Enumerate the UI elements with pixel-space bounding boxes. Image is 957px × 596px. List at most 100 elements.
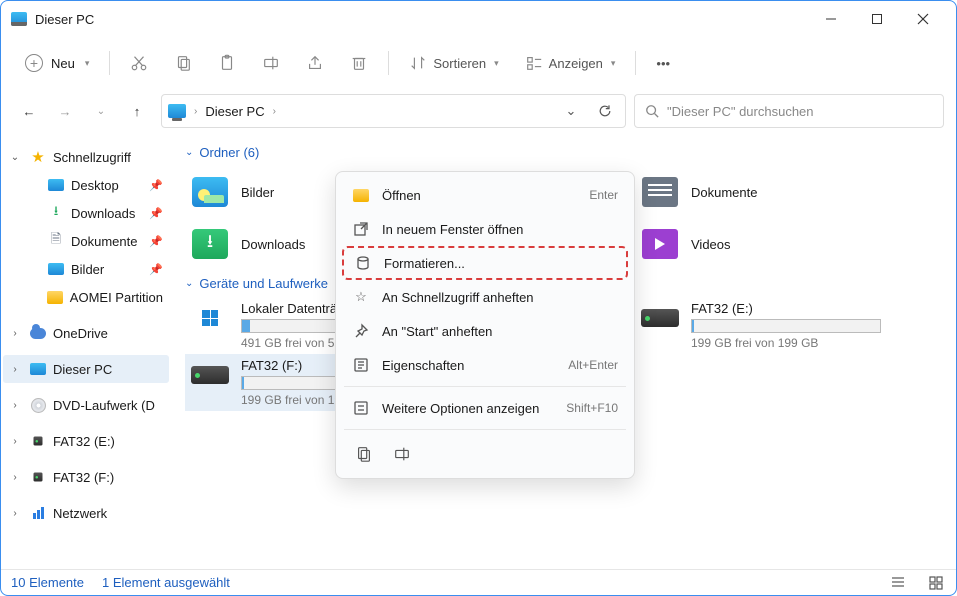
downloads-icon: ⭳ <box>189 226 231 262</box>
forward-button[interactable]: → <box>49 95 81 127</box>
search-box[interactable]: "Dieser PC" durchsuchen <box>634 94 944 128</box>
pin-icon: 📌 <box>149 207 163 220</box>
sort-button[interactable]: Sortieren ▾ <box>397 45 510 81</box>
folder-videos[interactable]: Videos <box>635 218 885 270</box>
sidebar-item-dvd[interactable]: › DVD-Laufwerk (D <box>3 391 169 419</box>
ctx-label: An "Start" anheften <box>382 324 492 339</box>
pc-icon <box>29 361 47 377</box>
status-bar: 10 Elemente 1 Element ausgewählt <box>1 569 956 595</box>
drive-icon <box>29 433 47 449</box>
view-button[interactable]: Anzeigen ▾ <box>513 45 628 81</box>
sidebar-item-documents[interactable]: 🗎Dokumente📌 <box>21 227 169 255</box>
cloud-icon <box>29 325 47 341</box>
sidebar-item-thispc[interactable]: › Dieser PC <box>3 355 169 383</box>
drive-fat32e[interactable]: FAT32 (E:) 199 GB frei von 199 GB <box>635 297 885 354</box>
sidebar-item-pictures[interactable]: Bilder📌 <box>21 255 169 283</box>
share-button[interactable] <box>294 45 336 81</box>
external-icon <box>352 220 370 238</box>
network-icon <box>29 505 47 521</box>
drive-icon <box>189 358 231 392</box>
chevron-right-icon: › <box>271 106 278 117</box>
ctx-pin-quick[interactable]: ☆An Schnellzugriff anheften <box>342 280 628 314</box>
sidebar-item-desktop[interactable]: Desktop📌 <box>21 171 169 199</box>
breadcrumb[interactable]: Dieser PC <box>205 104 264 119</box>
format-icon <box>354 254 372 272</box>
window-title: Dieser PC <box>35 12 94 27</box>
sidebar-label: FAT32 (F:) <box>53 470 114 485</box>
rename-icon[interactable] <box>388 440 416 468</box>
maximize-button[interactable] <box>854 3 900 35</box>
chevron-right-icon: › <box>7 400 23 411</box>
folder-icon <box>352 186 370 204</box>
sidebar-label: Desktop <box>71 178 119 193</box>
close-button[interactable] <box>900 3 946 35</box>
ctx-new-window[interactable]: In neuem Fenster öffnen <box>342 212 628 246</box>
more-button[interactable]: ••• <box>644 45 682 81</box>
sidebar-label: Downloads <box>71 206 135 221</box>
sidebar-item-fat32e[interactable]: › FAT32 (E:) <box>3 427 169 455</box>
sidebar-item-fat32f[interactable]: ›FAT32 (F:) <box>3 463 169 491</box>
chevron-right-icon: › <box>7 364 23 375</box>
sidebar-label: DVD-Laufwerk (D <box>53 398 155 413</box>
view-label: Anzeigen <box>549 56 603 71</box>
sidebar-label: AOMEI Partition <box>70 290 163 305</box>
ctx-format[interactable]: Formatieren... <box>342 246 628 280</box>
cut-button[interactable] <box>118 45 160 81</box>
search-placeholder: "Dieser PC" durchsuchen <box>667 104 814 119</box>
minimize-button[interactable] <box>808 3 854 35</box>
recent-button[interactable]: ⌄ <box>85 95 117 127</box>
copy-button[interactable] <box>162 45 204 81</box>
up-button[interactable]: ↑ <box>121 95 153 127</box>
chevron-right-icon: › <box>7 436 23 447</box>
chevron-down-icon: ⌄ <box>185 278 193 289</box>
star-icon: ☆ <box>352 288 370 306</box>
sidebar-item-quickaccess[interactable]: ⌄ ★ Schnellzugriff <box>3 143 169 171</box>
sidebar-label: Dieser PC <box>53 362 112 377</box>
paste-button[interactable] <box>206 45 248 81</box>
search-icon <box>645 104 659 118</box>
rename-button[interactable] <box>250 45 292 81</box>
documents-icon <box>639 174 681 210</box>
folder-documents[interactable]: Dokumente <box>635 166 885 218</box>
address-dropdown[interactable]: ⌄ <box>557 103 585 119</box>
ctx-label: Öffnen <box>382 188 421 203</box>
sidebar-label: Bilder <box>71 262 104 277</box>
sidebar-label: Schnellzugriff <box>53 150 131 165</box>
back-button[interactable]: ← <box>13 95 45 127</box>
tiles-view-button[interactable] <box>926 573 946 593</box>
sidebar-item-onedrive[interactable]: ›OneDrive <box>3 319 169 347</box>
sidebar-label: FAT32 (E:) <box>53 434 115 449</box>
drive-name: FAT32 (E:) <box>691 301 881 316</box>
ctx-pin-start[interactable]: An "Start" anheften <box>342 314 628 348</box>
chevron-down-icon: ▾ <box>85 58 90 69</box>
sidebar-item-network[interactable]: ›Netzwerk <box>3 499 169 527</box>
separator <box>344 386 626 387</box>
drive-free: 199 GB frei von 199 GB <box>691 336 881 350</box>
refresh-button[interactable] <box>591 103 619 119</box>
desktop-icon <box>47 177 65 193</box>
view-icon <box>525 54 543 72</box>
new-button[interactable]: + Neu ▾ <box>13 45 101 81</box>
ctx-more-options[interactable]: Weitere Optionen anzeigenShift+F10 <box>342 391 628 425</box>
chevron-right-icon: › <box>7 508 23 519</box>
pictures-icon <box>189 174 231 210</box>
section-folders[interactable]: ⌄Ordner (6) <box>185 145 942 160</box>
delete-button[interactable] <box>338 45 380 81</box>
star-icon: ★ <box>29 149 47 165</box>
disc-icon <box>29 397 47 413</box>
folder-label: Bilder <box>241 185 274 200</box>
copy-icon[interactable] <box>350 440 378 468</box>
ctx-label: In neuem Fenster öffnen <box>382 222 523 237</box>
sidebar-item-downloads[interactable]: ⭳Downloads📌 <box>21 199 169 227</box>
new-label: Neu <box>51 56 75 71</box>
sidebar: ⌄ ★ Schnellzugriff Desktop📌 ⭳Downloads📌 … <box>1 133 171 569</box>
details-view-button[interactable] <box>888 573 908 593</box>
address-bar[interactable]: › Dieser PC › ⌄ <box>161 94 626 128</box>
separator <box>344 429 626 430</box>
ctx-open[interactable]: ÖffnenEnter <box>342 178 628 212</box>
divider <box>388 51 389 75</box>
sidebar-item-aomei[interactable]: AOMEI Partition <box>21 283 169 311</box>
sort-icon <box>409 54 427 72</box>
pc-icon <box>11 12 27 26</box>
ctx-properties[interactable]: EigenschaftenAlt+Enter <box>342 348 628 382</box>
